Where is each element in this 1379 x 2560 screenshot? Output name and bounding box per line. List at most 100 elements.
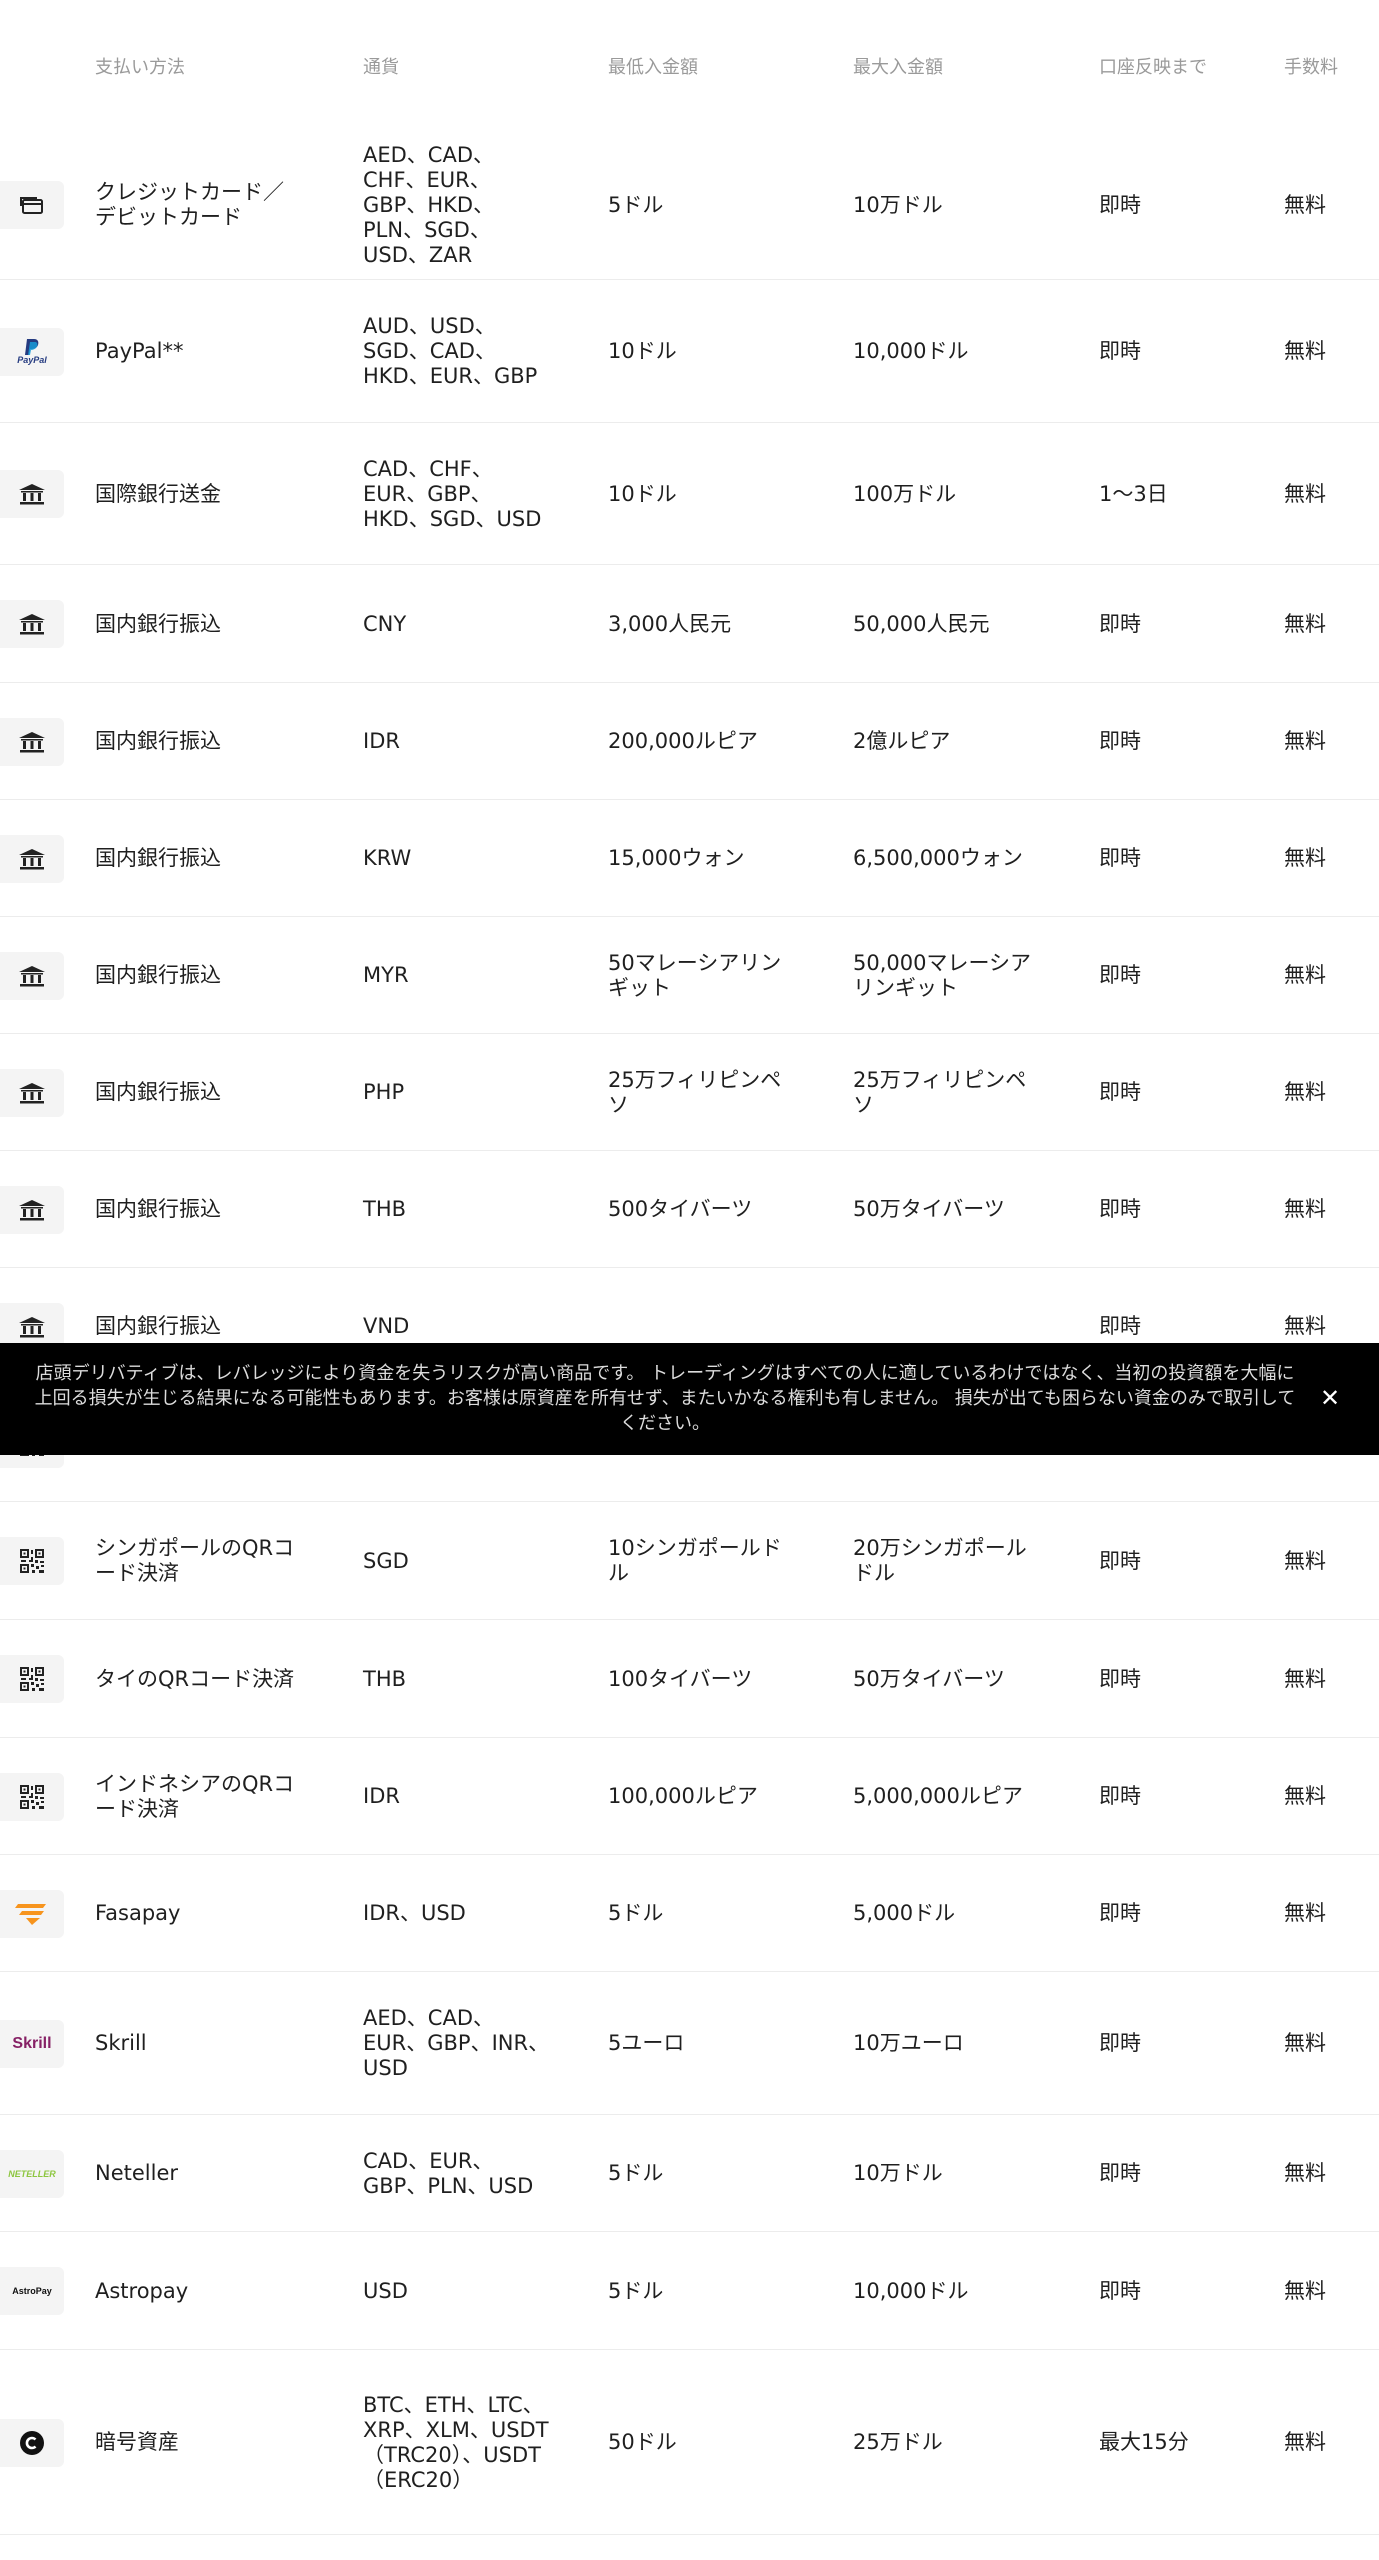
table-row: Skrill Skrill AED、CAD、 EUR、GBP、INR、 USD 5ユー… bbox=[0, 1972, 1379, 2115]
cell-max: 10万ユーロ bbox=[853, 2031, 964, 2055]
cell-currency: VND bbox=[363, 1314, 410, 1338]
cell-currency: USD bbox=[363, 2278, 408, 2303]
table-row: 国内銀行振込 MYR 50マレーシアリン ギット 50,000マレーシア リンギット 即… bbox=[0, 917, 1379, 1034]
table-row: 国内銀行振込 KRW 15,000ウォン 6,500,000ウォン 即時 無料 bbox=[0, 800, 1379, 917]
bank-icon bbox=[0, 951, 64, 1000]
cell-time: 即時 bbox=[1099, 2031, 1141, 2055]
cell-currency: PHP bbox=[363, 1080, 405, 1104]
cell-min: 50ドル bbox=[608, 2430, 677, 2454]
cell-fee: 無料 bbox=[1284, 963, 1326, 987]
cell-time: 即時 bbox=[1099, 1548, 1141, 1573]
cell-currency: KRW bbox=[363, 846, 412, 870]
cell-fee: 無料 bbox=[1284, 192, 1326, 217]
cell-min: 500タイバーツ bbox=[608, 1197, 753, 1221]
cell-fee: 無料 bbox=[1284, 1314, 1326, 1338]
table-row: 国内銀行振込 CNY 3,000人民元 50,000人民元 即時 無料 bbox=[0, 565, 1379, 683]
astropay-icon: AstroPay bbox=[0, 2267, 64, 2315]
risk-warning-banner: 店頭デリバティブは、レバレッジにより資金を失うリスクが高い商品です。 トレーディ… bbox=[0, 1343, 1379, 1455]
cell-min: 3,000人民元 bbox=[608, 611, 732, 636]
table-row: インドネシアのQRコ ード決済 IDR 100,000ルピア 5,000,000ルピア… bbox=[0, 1738, 1379, 1855]
close-icon[interactable]: ✕ bbox=[1315, 1383, 1345, 1413]
fasapay-icon bbox=[0, 1889, 64, 1938]
cell-fee: 無料 bbox=[1284, 1548, 1326, 1573]
cell-currency: MYR bbox=[363, 963, 409, 987]
cell-min: 50マレーシアリン ギット bbox=[608, 950, 782, 1000]
header-max: 最大入金額 bbox=[853, 57, 943, 78]
cell-fee: 無料 bbox=[1284, 729, 1326, 753]
cell-method: クレジットカード／ デビットカード bbox=[95, 180, 284, 229]
cell-method: タイのQRコード決済 bbox=[95, 1666, 295, 1691]
cell-time: 即時 bbox=[1099, 1666, 1141, 1691]
paypal-logo-text: PayPal bbox=[17, 355, 47, 365]
cell-max: 2億ルピア bbox=[853, 729, 951, 753]
cell-time: 即時 bbox=[1099, 2161, 1141, 2185]
cell-currency: CNY bbox=[363, 611, 407, 636]
cell-max: 10,000ドル bbox=[853, 2278, 969, 2303]
cell-currency: BTC、ETH、LTC、 XRP、XLM、USDT （TRC20）、USDT （… bbox=[363, 2392, 549, 2492]
astropay-logo-text: AstroPay bbox=[12, 2286, 52, 2296]
cell-fee: 無料 bbox=[1284, 611, 1326, 636]
cell-min: 5ドル bbox=[608, 192, 664, 217]
cell-min: 100,000ルピア bbox=[608, 1784, 758, 1808]
bank-icon bbox=[0, 1068, 64, 1117]
cell-fee: 無料 bbox=[1284, 1080, 1326, 1104]
cell-min: 10ドル bbox=[608, 339, 677, 363]
cell-max: 100万ドル bbox=[853, 481, 957, 506]
table-row: Fasapay IDR、USD 5ドル 5,000ドル 即時 無料 bbox=[0, 1855, 1379, 1972]
cell-time: 最大15分 bbox=[1099, 2430, 1189, 2454]
cell-fee: 無料 bbox=[1284, 1901, 1326, 1925]
cell-time: 即時 bbox=[1099, 1784, 1141, 1808]
cell-method: 国内銀行振込 bbox=[95, 729, 221, 753]
cell-max: 25万ドル bbox=[853, 2430, 943, 2454]
neteller-logo-text: NETELLER bbox=[8, 2168, 56, 2179]
neteller-icon: NETELLER bbox=[0, 2149, 64, 2198]
cell-method: PayPal** bbox=[95, 339, 184, 363]
cell-method: 国内銀行振込 bbox=[95, 1314, 221, 1338]
cell-currency: THB bbox=[363, 1666, 407, 1691]
cell-method: Skrill bbox=[95, 2031, 147, 2055]
cell-fee: 無料 bbox=[1284, 339, 1326, 363]
cell-fee: 無料 bbox=[1284, 2161, 1326, 2185]
cell-method: シンガポールのQRコ ード決済 bbox=[95, 1536, 295, 1585]
cell-fee: 無料 bbox=[1284, 1666, 1326, 1691]
cell-time: 1〜3日 bbox=[1099, 481, 1168, 506]
skrill-icon: Skrill bbox=[0, 2019, 64, 2068]
cell-time: 即時 bbox=[1099, 1901, 1141, 1925]
cell-method: Neteller bbox=[95, 2161, 179, 2185]
cell-fee: 無料 bbox=[1284, 2031, 1326, 2055]
header-min: 最低入金額 bbox=[608, 57, 698, 78]
header-currency: 通貨 bbox=[363, 57, 399, 78]
table-header: 支払い方法 通貨 最低入金額 最大入金額 口座反映まで 手数料 bbox=[0, 0, 1379, 130]
table-row: シンガポールのQRコ ード決済 SGD 10シンガポールド ル 20万シンガポール ド… bbox=[0, 1502, 1379, 1620]
cell-max: 50万タイバーツ bbox=[853, 1197, 1005, 1221]
cell-max: 20万シンガポール ドル bbox=[853, 1536, 1027, 1585]
table-row: 国内銀行振込 THB 500タイバーツ 50万タイバーツ 即時 無料 bbox=[0, 1151, 1379, 1268]
cell-time: 即時 bbox=[1099, 963, 1141, 987]
cell-currency: IDR bbox=[363, 729, 400, 753]
cell-method: 暗号資産 bbox=[95, 2430, 179, 2454]
cell-method: 国内銀行振込 bbox=[95, 1080, 221, 1104]
bank-icon bbox=[0, 600, 64, 648]
cell-max: 25万フィリピンペ ソ bbox=[853, 1067, 1027, 1117]
cell-fee: 無料 bbox=[1284, 846, 1326, 870]
table-row: タイのQRコード決済 THB 100タイバーツ 50万タイバーツ 即時 無料 bbox=[0, 1620, 1379, 1738]
cell-currency: AED、CAD、 EUR、GBP、INR、 USD bbox=[363, 2006, 550, 2080]
cell-fee: 無料 bbox=[1284, 1197, 1326, 1221]
paypal-icon: PayPal bbox=[0, 327, 64, 376]
header-time: 口座反映まで bbox=[1099, 57, 1207, 78]
qr-icon bbox=[0, 1655, 64, 1703]
table-row: 国際銀行送金 CAD、CHF、 EUR、GBP、 HKD、SGD、USD 10ドル 1… bbox=[0, 423, 1379, 565]
cell-currency: AUD、USD、 SGD、CAD、 HKD、EUR、GBP bbox=[363, 314, 538, 388]
cell-min: 25万フィリピンペ ソ bbox=[608, 1067, 782, 1117]
table-row: 国内銀行振込 PHP 25万フィリピンペ ソ 25万フィリピンペ ソ 即時 無料 bbox=[0, 1034, 1379, 1151]
cell-currency: IDR bbox=[363, 1784, 400, 1808]
cell-currency: CAD、EUR、 GBP、PLN、USD bbox=[363, 2148, 534, 2198]
cell-min: 5ユーロ bbox=[608, 2031, 685, 2055]
cell-time: 即時 bbox=[1099, 846, 1141, 870]
cell-max: 50,000人民元 bbox=[853, 611, 990, 636]
cell-min: 10シンガポールド ル bbox=[608, 1536, 782, 1585]
cell-method: 国内銀行振込 bbox=[95, 963, 221, 987]
table-row: AstroPay Astropay USD 5ドル 10,000ドル 即時 無料 bbox=[0, 2232, 1379, 2350]
cell-method: 国内銀行振込 bbox=[95, 1197, 221, 1221]
cell-min: 200,000ルピア bbox=[608, 729, 758, 753]
